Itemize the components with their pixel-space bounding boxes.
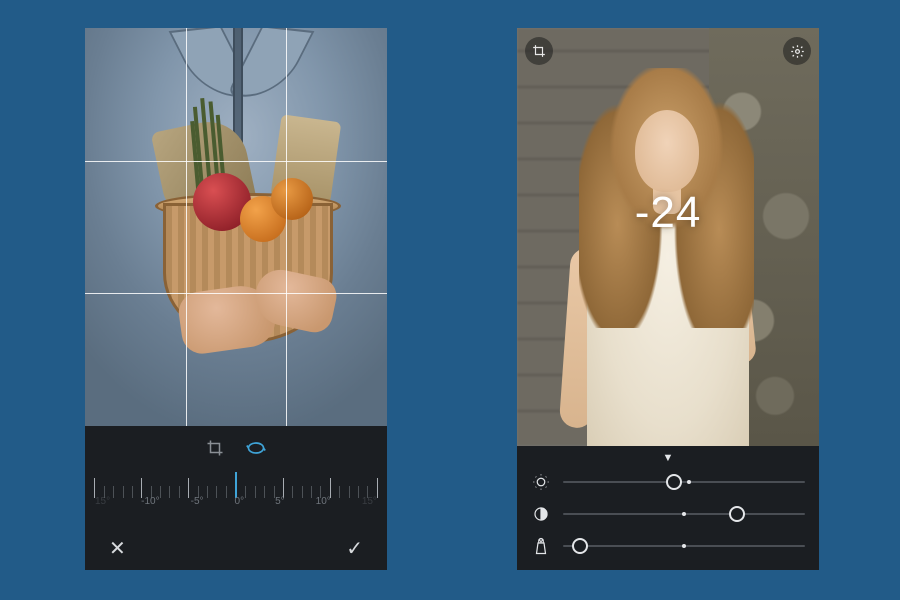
- slider-default-dot: [682, 544, 686, 548]
- crop-editor-screen: 15° -10° -5° 0° 5° 10° 15° ✕ ✓: [85, 28, 387, 570]
- photo-preview[interactable]: -24: [517, 28, 819, 446]
- collapse-caret[interactable]: ▼: [531, 452, 805, 466]
- dial-label: 5°: [275, 496, 285, 512]
- slider-track[interactable]: [563, 545, 805, 547]
- slider-track[interactable]: [563, 513, 805, 515]
- salt-icon: [531, 537, 551, 555]
- cancel-button[interactable]: ✕: [109, 536, 126, 561]
- grid-line: [286, 28, 287, 426]
- slider-default-dot: [682, 512, 686, 516]
- dial-labels: 15° -10° -5° 0° 5° 10° 15°: [85, 496, 387, 512]
- grid-line: [85, 293, 387, 294]
- slider-exposure[interactable]: [531, 466, 805, 498]
- dial-label: 15°: [95, 496, 110, 512]
- rotate-icon[interactable]: [246, 439, 266, 457]
- slider-thumb[interactable]: [572, 538, 588, 554]
- slider-track[interactable]: [563, 481, 805, 483]
- adjust-controls: ▼: [517, 446, 819, 570]
- action-row: ✕ ✓: [85, 526, 387, 570]
- adjustment-value: -24: [517, 188, 819, 238]
- straighten-dial[interactable]: 15° -10° -5° 0° 5° 10° 15°: [85, 460, 387, 514]
- confirm-button[interactable]: ✓: [346, 536, 363, 561]
- slider-thumb[interactable]: [666, 474, 682, 490]
- dial-label: -10°: [141, 496, 159, 512]
- crop-controls: 15° -10° -5° 0° 5° 10° 15° ✕ ✓: [85, 426, 387, 570]
- grid-line: [85, 161, 387, 162]
- contrast-icon: [531, 505, 551, 523]
- dial-label: 15°: [362, 496, 377, 512]
- grid-line: [186, 28, 187, 426]
- dial-label: 10°: [316, 496, 331, 512]
- slider-thumb[interactable]: [729, 506, 745, 522]
- adjust-editor-screen: -24 ▼: [517, 28, 819, 570]
- sun-icon: [531, 473, 551, 491]
- slider-contrast[interactable]: [531, 498, 805, 530]
- mode-row: [85, 426, 387, 460]
- photo-preview[interactable]: [85, 28, 387, 426]
- dial-ticks: [85, 468, 387, 498]
- top-toolbar: [525, 36, 811, 66]
- gear-icon[interactable]: [783, 37, 811, 65]
- dial-label: 0°: [235, 496, 245, 512]
- slider-saturation[interactable]: [531, 530, 805, 562]
- crop-icon[interactable]: [206, 439, 224, 457]
- slider-default-dot: [687, 480, 691, 484]
- dial-label: -5°: [191, 496, 204, 512]
- crop-icon[interactable]: [525, 37, 553, 65]
